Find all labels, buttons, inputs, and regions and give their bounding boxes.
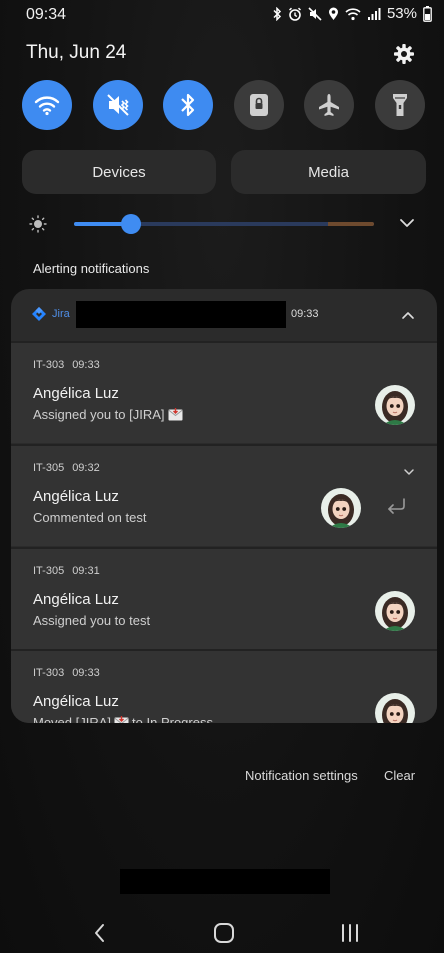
notification-sender: Angélica Luz: [33, 693, 119, 710]
divider: [11, 444, 437, 446]
toggle-bluetooth[interactable]: [163, 80, 213, 130]
issue-key: IT-305: [33, 462, 65, 474]
notification-text: Assigned you to [JIRA]: [33, 407, 165, 422]
app-group-time: 09:33: [291, 308, 319, 320]
notification-body: Assigned you to [JIRA]: [33, 407, 186, 422]
notification-time: 09:31: [72, 565, 100, 577]
wifi-icon: [34, 96, 60, 116]
alerting-notifications-header: Alerting notifications: [33, 261, 150, 276]
battery-percent: 53%: [386, 5, 417, 22]
issue-key: IT-305: [33, 565, 65, 577]
notification-text: Assigned you to test: [33, 613, 151, 628]
notification-item[interactable]: IT-305 09:31 Angélica Luz Assigned you to…: [11, 547, 437, 649]
incoming-envelope-icon: [167, 408, 183, 421]
notification-group: Jira 09:33 IT-303 09:33 Angélica Luz Assi…: [11, 289, 437, 723]
notification-time: 09:33: [72, 359, 100, 371]
avatar: [375, 693, 415, 723]
notification-text: Moved [JIRA]: [33, 715, 112, 723]
gear-icon[interactable]: [392, 42, 416, 66]
divider: [11, 547, 437, 549]
avatar: [375, 385, 415, 425]
chevron-down-icon[interactable]: [398, 216, 416, 230]
toggle-airplane-mode[interactable]: [304, 80, 354, 130]
signal-icon: [367, 7, 381, 20]
app-name: Jira: [52, 308, 70, 320]
jira-icon: [31, 306, 47, 322]
location-icon: [328, 7, 338, 20]
notification-item[interactable]: IT-303 09:33 Angélica Luz Assigned you to…: [11, 341, 437, 443]
app-group-header[interactable]: Jira 09:33: [11, 289, 437, 341]
divider: [11, 649, 437, 651]
notification-time: 09:32: [72, 462, 100, 474]
toggle-wifi[interactable]: [22, 80, 72, 130]
reply-icon[interactable]: [385, 496, 407, 516]
lock-icon: [250, 94, 268, 116]
mute-icon: [308, 6, 322, 21]
chevron-up-icon[interactable]: [401, 308, 415, 320]
notification-item[interactable]: IT-303 09:33 Angélica Luz Moved [JIRA] to…: [11, 649, 437, 723]
alarm-icon: [288, 7, 301, 21]
home-icon[interactable]: [212, 920, 236, 946]
notification-item[interactable]: IT-305 09:32 Angélica Luz Commented on te…: [11, 444, 437, 546]
battery-icon: [423, 5, 432, 22]
notification-sender: Angélica Luz: [33, 385, 119, 402]
avatar: [321, 488, 361, 528]
brightness-slider-track[interactable]: [74, 222, 374, 226]
brightness-slider-thumb[interactable]: [121, 214, 141, 234]
incoming-envelope-icon: [114, 716, 129, 723]
notification-meta: IT-305 09:32: [33, 462, 100, 474]
media-button[interactable]: Media: [231, 150, 426, 194]
bluetooth-icon: [181, 93, 195, 117]
notification-time: 09:33: [72, 667, 100, 679]
issue-key: IT-303: [33, 359, 65, 371]
status-time: 09:34: [26, 6, 67, 23]
redacted-block: [120, 869, 330, 894]
date-label: Thu, Jun 24: [26, 42, 127, 63]
clear-button[interactable]: Clear: [384, 768, 415, 783]
notification-sender: Angélica Luz: [33, 591, 119, 608]
airplane-icon: [319, 94, 339, 116]
mute-icon: [107, 94, 129, 116]
notification-settings-button[interactable]: Notification settings: [245, 768, 358, 783]
status-bar: 09:34 53%: [0, 0, 444, 30]
notification-text: Commented on test: [33, 510, 147, 525]
notification-body: Moved [JIRA] to In Progress: [33, 715, 213, 723]
toggle-rotation-lock[interactable]: [234, 80, 284, 130]
notification-meta: IT-303 09:33: [33, 359, 100, 371]
divider: [11, 341, 437, 343]
back-icon[interactable]: [90, 920, 110, 946]
notification-body: Assigned you to test: [33, 613, 150, 628]
toggle-flashlight[interactable]: [375, 80, 425, 130]
notification-meta: IT-303 09:33: [33, 667, 100, 679]
avatar: [375, 591, 415, 631]
chevron-down-icon[interactable]: [403, 464, 415, 475]
issue-key: IT-303: [33, 667, 65, 679]
redacted-block: [76, 301, 286, 328]
flashlight-icon: [393, 94, 407, 116]
brightness-icon: [29, 215, 47, 233]
status-icons: 53%: [272, 5, 432, 22]
toggle-sound[interactable]: [93, 80, 143, 130]
notification-sender: Angélica Luz: [33, 488, 119, 505]
recent-apps-icon[interactable]: [338, 920, 362, 946]
notification-body: Commented on test: [33, 510, 146, 525]
notification-text-suffix: to In Progress: [132, 715, 213, 723]
devices-label: Devices: [92, 163, 146, 181]
wifi-icon: [345, 7, 361, 20]
notification-meta: IT-305 09:31: [33, 565, 100, 577]
brightness-extra-range: [328, 222, 374, 226]
devices-button[interactable]: Devices: [22, 150, 216, 194]
media-label: Media: [308, 163, 349, 181]
bluetooth-icon: [273, 6, 282, 21]
